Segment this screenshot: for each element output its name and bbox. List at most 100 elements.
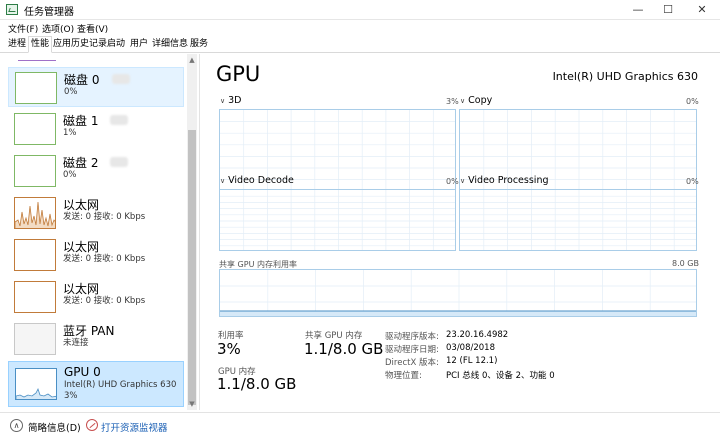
driver-date-key: 驱动程序日期: xyxy=(385,345,439,355)
sidebar-item-gpu-0[interactable]: GPU 0 Intel(R) UHD Graphics 630 3% xyxy=(8,361,184,407)
chevron-down-icon: ∨ xyxy=(220,177,226,185)
tab-services[interactable]: 服务 xyxy=(188,37,210,53)
resource-monitor-icon xyxy=(86,419,98,431)
tab-performance[interactable]: 性能 xyxy=(28,36,53,53)
sidebar-item-value: 发送: 0 接收: 0 Kbps xyxy=(63,254,146,264)
redacted-label xyxy=(110,157,128,167)
gpu-sparkline xyxy=(16,387,56,399)
sidebar-item-value: 1% xyxy=(63,128,77,138)
sidebar-item-title: 磁盘 2 xyxy=(63,156,99,170)
maximize-button[interactable]: ☐ xyxy=(652,0,684,20)
memory-item-remnant xyxy=(18,60,56,61)
engine-copy-percent: 0% xyxy=(686,97,699,106)
sidebar-item-disk-0[interactable]: 磁盘 0 0% xyxy=(8,67,184,107)
footer-bar: ∧ 简略信息(D) 打开资源监视器 xyxy=(0,412,720,446)
disk-1-thumbnail xyxy=(14,113,56,145)
scroll-down-icon[interactable]: ▼ xyxy=(187,398,197,410)
disk-2-thumbnail xyxy=(14,155,56,187)
redacted-label xyxy=(112,74,130,84)
sidebar-item-value: 发送: 0 接收: 0 Kbps xyxy=(63,296,146,306)
menu-bar: 文件(F) 选项(O) 查看(V) xyxy=(0,20,720,36)
shared-memory-chart xyxy=(220,270,696,316)
gpu-0-thumbnail xyxy=(15,368,57,400)
sidebar-item-ethernet-2[interactable]: 以太网 发送: 0 接收: 0 Kbps xyxy=(8,235,184,275)
scroll-up-icon[interactable]: ▲ xyxy=(187,54,197,66)
shared-memory-max: 8.0 GB xyxy=(672,259,699,268)
engine-video-decode-graph xyxy=(219,189,456,251)
engine-video-processing-graph xyxy=(459,189,697,251)
shared-memory-graph xyxy=(219,269,697,317)
sidebar-item-ethernet-1[interactable]: 以太网 发送: 0 接收: 0 Kbps xyxy=(8,193,184,233)
page-title: GPU xyxy=(216,62,261,86)
chevron-down-icon: ∨ xyxy=(460,97,466,105)
ethernet-1-thumbnail xyxy=(14,197,56,229)
sidebar-item-title: 蓝牙 PAN xyxy=(63,324,115,338)
tab-startup[interactable]: 启动 xyxy=(105,37,127,53)
sidebar-item-title: 以太网 xyxy=(63,240,100,254)
ethernet-2-thumbnail xyxy=(14,239,56,271)
directx-version-key: DirectX 版本: xyxy=(385,358,439,368)
shared-gpu-memory-value: 1.1/8.0 GB xyxy=(304,340,384,358)
ethernet-sparkline xyxy=(15,201,55,228)
close-button[interactable]: ✕ xyxy=(686,0,718,20)
menu-file[interactable]: 文件(F) xyxy=(8,22,38,35)
performance-sidebar: 磁盘 0 0% 磁盘 1 1% 磁盘 2 0% 以太网 发送: 0 接收: 0 … xyxy=(0,54,200,410)
sidebar-item-title: 磁盘 0 xyxy=(64,73,100,87)
engine-video-decode-percent: 0% xyxy=(446,177,459,186)
tab-details[interactable]: 详细信息 xyxy=(150,37,190,53)
sidebar-scrollbar[interactable]: ▲ ▼ xyxy=(187,54,197,410)
disk-0-thumbnail xyxy=(15,72,57,104)
engine-copy-label[interactable]: ∨ Copy xyxy=(460,95,492,106)
engine-video-decode-chart xyxy=(220,190,455,250)
open-resource-monitor-label: 打开资源监视器 xyxy=(101,423,168,434)
tab-app-history[interactable]: 应用历史记录 xyxy=(51,37,109,53)
gpu-detail-panel: GPU Intel(R) UHD Graphics 630 ∨ 3D 3% ∨ Co… xyxy=(200,54,720,410)
sidebar-item-title: 以太网 xyxy=(63,282,100,296)
minimize-button[interactable]: — xyxy=(622,0,654,20)
sidebar-item-title: 磁盘 1 xyxy=(63,114,99,128)
engine-video-processing-percent: 0% xyxy=(686,177,699,186)
sidebar-item-device: Intel(R) UHD Graphics 630 xyxy=(64,380,177,390)
sidebar-item-disk-2[interactable]: 磁盘 2 0% xyxy=(8,151,184,191)
driver-date-value: 03/08/2018 xyxy=(446,343,495,353)
tab-processes[interactable]: 进程 xyxy=(6,37,28,53)
sidebar-item-value: 3% xyxy=(64,391,78,401)
engine-3d-percent: 3% xyxy=(446,97,459,106)
sidebar-item-ethernet-3[interactable]: 以太网 发送: 0 接收: 0 Kbps xyxy=(8,277,184,317)
sidebar-item-disk-1[interactable]: 磁盘 1 1% xyxy=(8,109,184,149)
directx-version-value: 12 (FL 12.1) xyxy=(446,356,498,366)
chevron-down-icon: ∨ xyxy=(220,97,226,105)
menu-view[interactable]: 查看(V) xyxy=(77,22,108,35)
engine-video-processing-chart xyxy=(460,190,696,250)
physical-location-value: PCI 总线 0、设备 2、功能 0 xyxy=(446,371,555,381)
redacted-label xyxy=(110,115,128,125)
bluetooth-thumbnail xyxy=(14,323,56,355)
utilization-value: 3% xyxy=(217,340,241,358)
chevron-up-icon: ∧ xyxy=(10,419,23,432)
sidebar-item-value: 发送: 0 接收: 0 Kbps xyxy=(63,212,146,222)
tab-users[interactable]: 用户 xyxy=(128,37,150,53)
physical-location-key: 物理位置: xyxy=(385,371,422,381)
fewer-details-label: 简略信息(D) xyxy=(28,423,81,434)
gpu-device-name: Intel(R) UHD Graphics 630 xyxy=(552,70,698,83)
sidebar-item-bluetooth[interactable]: 蓝牙 PAN 未连接 xyxy=(8,319,184,359)
engine-video-decode-label[interactable]: ∨ Video Decode xyxy=(220,175,294,186)
window-title: 任务管理器 xyxy=(24,7,74,18)
gpu-memory-value: 1.1/8.0 GB xyxy=(217,375,297,393)
menu-options[interactable]: 选项(O) xyxy=(42,22,74,35)
sidebar-item-value: 未连接 xyxy=(63,338,89,348)
sidebar-item-value: 0% xyxy=(64,87,78,97)
chevron-down-icon: ∨ xyxy=(460,177,466,185)
scroll-thumb[interactable] xyxy=(188,130,196,405)
sidebar-item-title: 以太网 xyxy=(63,198,100,212)
sidebar-item-title: GPU 0 xyxy=(64,365,101,379)
driver-version-key: 驱动程序版本: xyxy=(385,332,439,342)
tab-bar: 进程 性能 应用历史记录 启动 用户 详细信息 服务 xyxy=(0,36,720,53)
title-bar: 任务管理器 — ☐ ✕ xyxy=(0,0,720,20)
task-manager-icon xyxy=(6,4,18,15)
engine-video-processing-label[interactable]: ∨ Video Processing xyxy=(460,175,549,186)
ethernet-3-thumbnail xyxy=(14,281,56,313)
sidebar-item-value: 0% xyxy=(63,170,77,180)
engine-3d-label[interactable]: ∨ 3D xyxy=(220,95,241,106)
driver-version-value: 23.20.16.4982 xyxy=(446,330,509,340)
